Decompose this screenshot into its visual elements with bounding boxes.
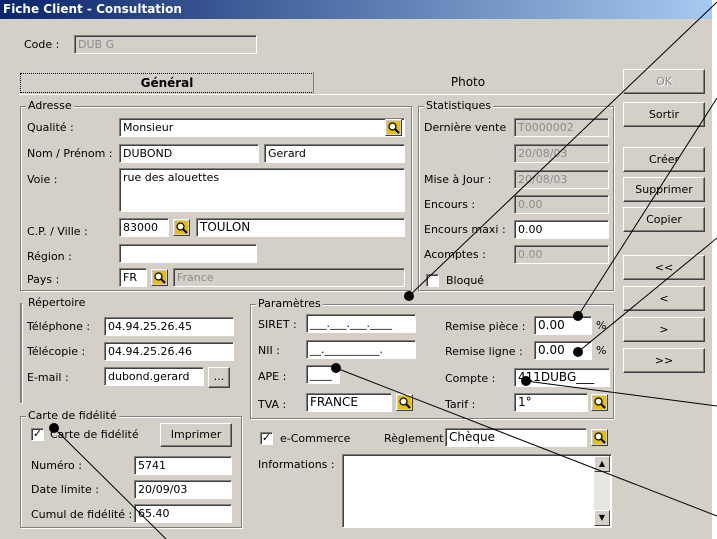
annotation-overlay: [49, 1, 717, 539]
callout-dot: [49, 423, 59, 433]
callout-dot: [331, 363, 341, 373]
callout-dot: [573, 311, 583, 321]
callout-dot: [521, 376, 531, 386]
callout-line: [408, 1, 717, 297]
callout-line: [335, 367, 717, 517]
callout-line: [577, 97, 717, 317]
callout-line: [53, 427, 167, 539]
callout-line: [577, 237, 717, 353]
callout-dot: [573, 347, 583, 357]
callout-line: [525, 380, 717, 407]
callout-dot: [404, 291, 414, 301]
